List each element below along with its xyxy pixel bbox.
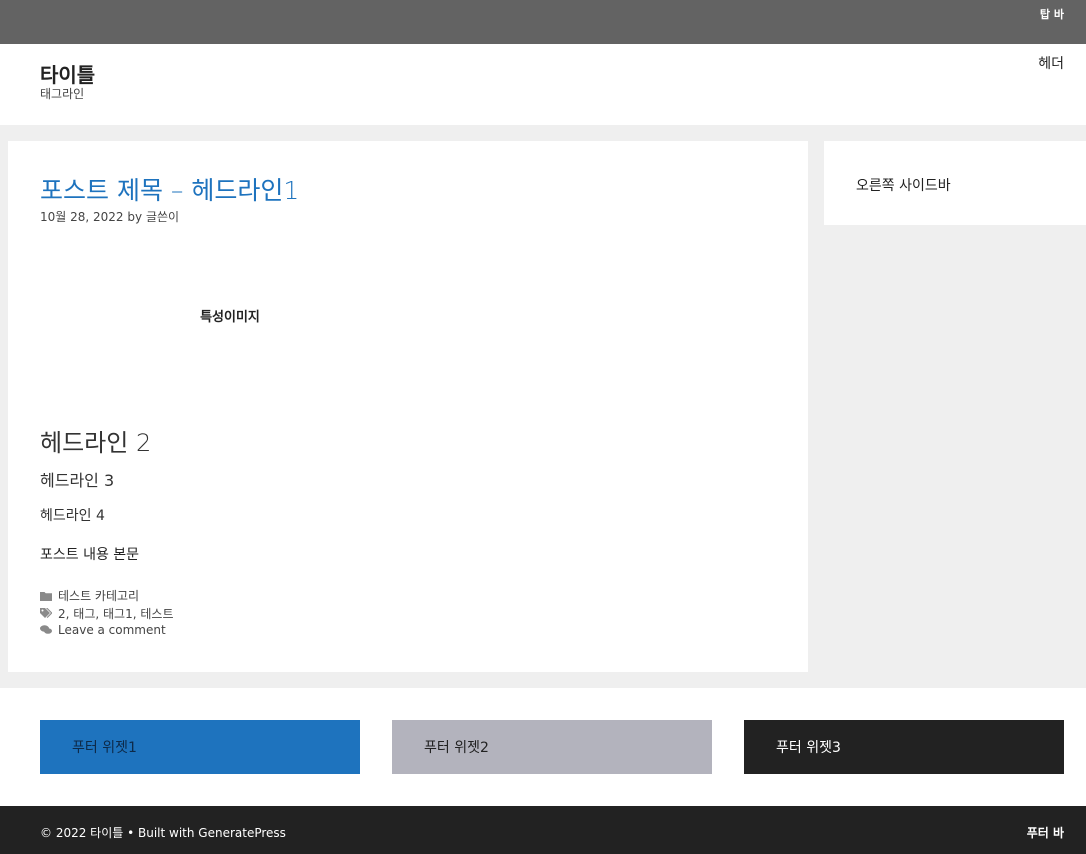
tag-link[interactable]: 2 bbox=[58, 607, 66, 621]
tag-link[interactable]: 태그1 bbox=[103, 605, 133, 622]
heading-4: 헤드라인 4 bbox=[40, 508, 105, 524]
post-by: by bbox=[127, 210, 143, 224]
site-tagline: 태그라인 bbox=[40, 87, 85, 101]
comments-icon bbox=[40, 624, 52, 636]
footer-widget-1: 푸터 위젯1 bbox=[40, 720, 360, 774]
category-link[interactable]: 테스트 카테고리 bbox=[58, 587, 139, 604]
post-article: 포스트 제목 – 헤드라인1 10월 28, 2022 by 글쓴이 특성이미지… bbox=[8, 141, 808, 672]
heading-2: 헤드라인 2 bbox=[40, 429, 152, 457]
tag-link[interactable]: 태그 bbox=[73, 605, 95, 622]
post-body: 포스트 내용 본문 bbox=[40, 547, 140, 563]
footer-bar-widget: 푸터 바 bbox=[1026, 826, 1064, 840]
footer-widget-3: 푸터 위젯3 bbox=[744, 720, 1064, 774]
site-title[interactable]: 타이틀 bbox=[40, 59, 95, 88]
folder-icon bbox=[40, 590, 52, 602]
tag-link[interactable]: 테스트 bbox=[140, 605, 173, 622]
post-date[interactable]: 10월 28, 2022 bbox=[40, 210, 124, 224]
footer-widgets: 푸터 위젯1 푸터 위젯2 푸터 위젯3 bbox=[0, 688, 1086, 806]
featured-image: 특성이미지 bbox=[40, 241, 420, 389]
tags-icon bbox=[40, 608, 52, 620]
post-author-link[interactable]: 글쓴이 bbox=[146, 210, 179, 224]
top-bar: 탑 바 bbox=[0, 0, 1086, 44]
site-header: 타이틀 태그라인 헤더 bbox=[0, 44, 1086, 125]
post-title-link[interactable]: 포스트 제목 – 헤드라인1 bbox=[40, 171, 299, 207]
post-comment-row: Leave a comment bbox=[40, 623, 166, 637]
header-widget: 헤더 bbox=[1038, 56, 1064, 72]
top-bar-text: 탑 바 bbox=[1039, 8, 1064, 21]
post-meta: 10월 28, 2022 by 글쓴이 bbox=[40, 208, 179, 225]
leave-comment-link[interactable]: Leave a comment bbox=[58, 623, 166, 637]
copyright: © 2022 타이틀 • Built with GeneratePress bbox=[40, 826, 286, 840]
footer-bar: © 2022 타이틀 • Built with GeneratePress 푸터… bbox=[0, 806, 1086, 854]
right-sidebar: 오른쪽 사이드바 bbox=[824, 141, 1086, 225]
post-category-row: 테스트 카테고리 bbox=[40, 587, 139, 604]
featured-image-label: 특성이미지 bbox=[200, 309, 260, 325]
heading-3: 헤드라인 3 bbox=[40, 471, 115, 490]
post-tags-row: 2, 태그, 태그1, 테스트 bbox=[40, 605, 174, 622]
footer-widget-2: 푸터 위젯2 bbox=[392, 720, 712, 774]
sidebar-widget-text: 오른쪽 사이드바 bbox=[856, 178, 951, 194]
